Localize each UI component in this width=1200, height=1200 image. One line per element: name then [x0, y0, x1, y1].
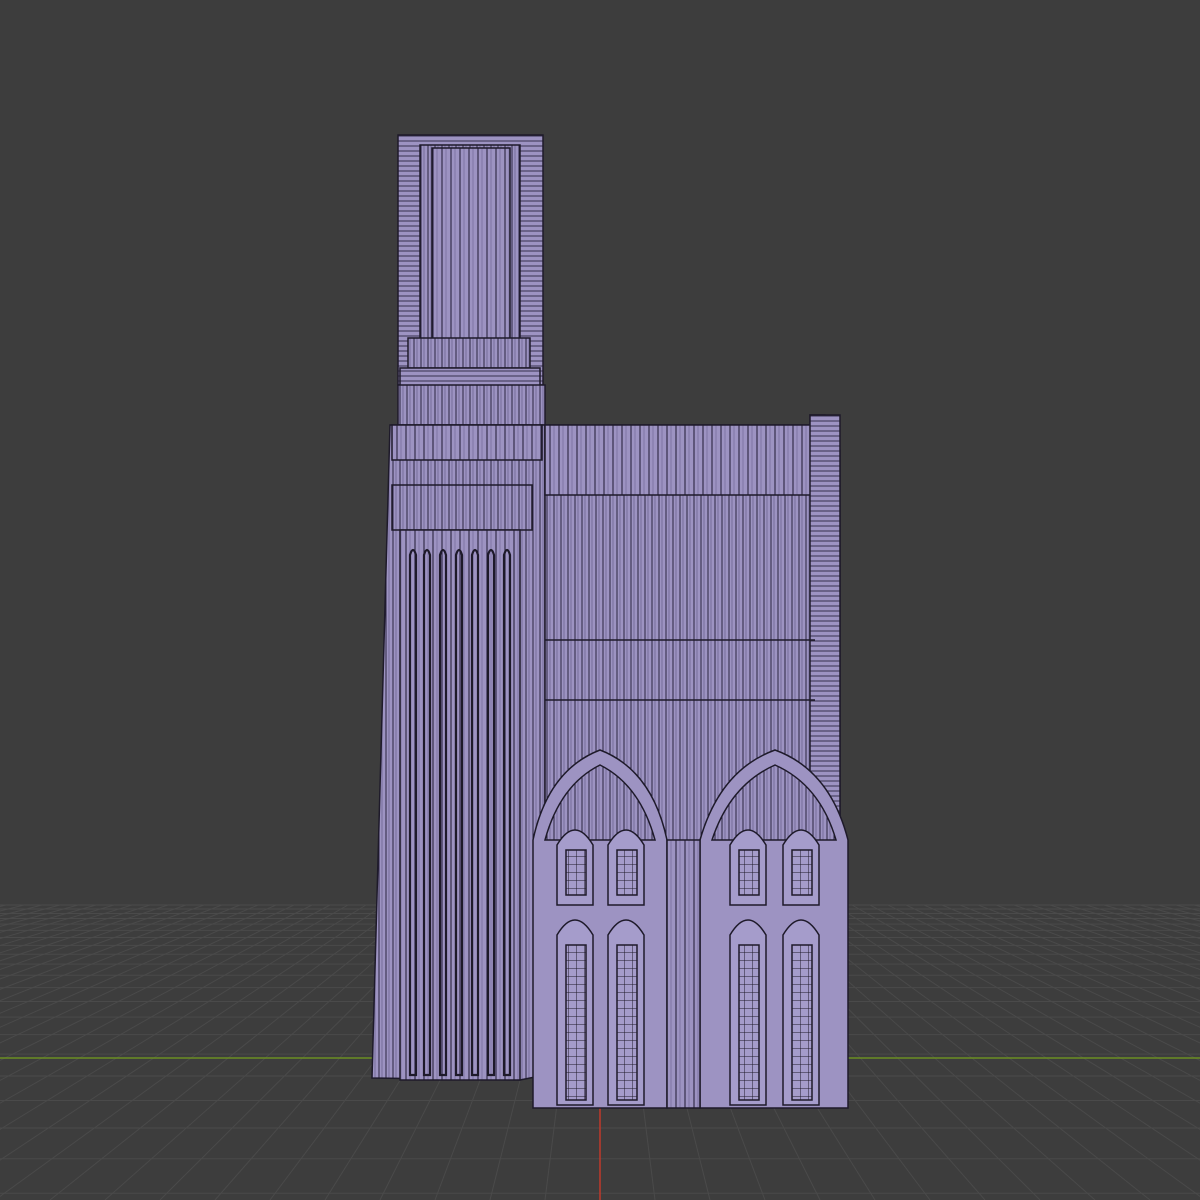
left-portal-window-lower-left — [556, 919, 594, 1106]
grid-line — [1049, 904, 1200, 954]
grid-line — [1031, 904, 1200, 962]
grid-line — [0, 904, 61, 922]
portal-gap — [666, 839, 701, 1109]
grid-line — [0, 904, 133, 947]
right-portal-window-upper-right — [782, 829, 820, 906]
3d-viewport[interactable] — [0, 0, 1200, 1200]
grid-line — [0, 904, 151, 954]
right-portal-window-upper-left — [729, 829, 767, 906]
grid-line — [1193, 904, 1200, 907]
right-portal — [699, 749, 849, 1109]
grid-line — [0, 904, 7, 907]
grid-line — [833, 904, 1200, 1131]
left-portal-window-lower-right — [607, 919, 645, 1106]
grid-line — [797, 904, 1200, 1197]
grid-line — [0, 904, 169, 962]
grid-line — [0, 904, 295, 1044]
grid-line — [869, 904, 1200, 1081]
grid-line — [0, 904, 187, 971]
grid-line — [0, 904, 403, 1197]
grid-line — [905, 904, 1200, 1044]
grid-line — [0, 904, 367, 1131]
grid-line — [1139, 904, 1200, 922]
grid-line — [1067, 904, 1200, 947]
grid-line — [0, 904, 205, 980]
grid-line — [887, 904, 1200, 1062]
grid-line — [0, 904, 313, 1062]
tower-body — [371, 424, 546, 1081]
grid-line — [1013, 904, 1200, 971]
left-portal-window-upper-left — [556, 829, 594, 906]
left-portal — [532, 749, 668, 1109]
grid-line — [0, 904, 331, 1081]
grid-line — [995, 904, 1200, 980]
cathedral-model[interactable] — [371, 134, 849, 1109]
right-portal-window-lower-right — [782, 919, 820, 1106]
tower-spire — [397, 134, 546, 426]
viewport-canvas — [0, 134, 1200, 1200]
right-portal-window-lower-left — [729, 919, 767, 1106]
left-portal-window-upper-right — [607, 829, 645, 906]
